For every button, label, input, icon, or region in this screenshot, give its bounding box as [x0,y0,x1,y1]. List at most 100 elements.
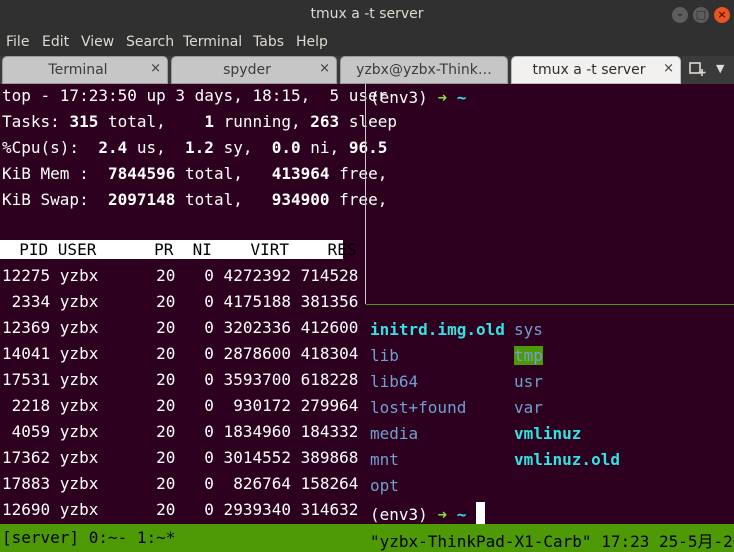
chevron-down-icon[interactable]: ▼ [716,62,724,75]
list-item: lost+found [370,398,466,417]
summary-value: 0.0 [271,138,301,157]
summary-text: sleep [339,112,397,131]
list-item: tmp [514,346,543,365]
top-summary-line: KiB Mem : 7844596 total, 413964 free, [2,164,387,183]
summary-value: 2097148 [107,190,176,209]
summary-text: Tasks: [2,112,70,131]
directory-name: usr [514,372,543,391]
directory-name: initrd.img.old [370,320,505,339]
menu-view[interactable]: View [81,34,114,50]
table-row: 17531 yzbx 20 0 3593700 618228 [2,370,359,389]
menu-search[interactable]: Search [126,34,174,50]
menu-edit[interactable]: Edit [42,34,69,50]
prompt-line-lower: (env3) ➜ ~ [370,502,485,524]
terminal-area[interactable]: top - 17:23:50 up 3 days, 18:15, 5 user T… [0,84,734,524]
directory-name: opt [370,476,399,495]
summary-value: 413964 [271,164,330,183]
tab-label: Terminal [48,62,108,78]
list-item: opt [370,476,399,495]
list-item: vmlinuz.old [514,450,620,469]
pane-divider-horizontal[interactable] [366,304,734,305]
directory-name: vmlinuz.old [514,450,620,469]
table-row: 17362 yzbx 20 0 3014552 389868 [2,448,359,467]
table-row: 12369 yzbx 20 0 3202336 412600 [2,318,359,337]
close-icon[interactable]: × [150,61,161,76]
summary-value: 315 [69,112,99,131]
summary-value: 263 [310,112,340,131]
prompt-env: (env3) [370,88,438,107]
tab-label: tmux a -t server [532,62,646,78]
menu-help[interactable]: Help [296,34,328,50]
menu-file[interactable]: File [6,34,29,50]
directory-name: var [514,398,543,417]
summary-value: 7844596 [107,164,176,183]
tab-spyder[interactable]: spyder × [171,56,337,84]
summary-value: 2.4 [98,138,128,157]
directory-name: sys [514,320,543,339]
window-title: tmux a -t server [310,6,424,22]
table-row: 17883 yzbx 20 0 826764 158264 [2,474,359,493]
list-item: sys [514,320,543,339]
summary-text: ni, [300,138,349,157]
prompt-line-upper: (env3) ➜ ~ [370,88,466,107]
summary-text: free, [329,190,388,209]
top-summary-line: Tasks: 315 total, 1 running, 263 sleep [2,112,397,131]
table-row: 12690 yzbx 20 0 2939340 314632 [2,500,359,519]
menu-bar: File Edit View Search Terminal Tabs Help [0,30,734,56]
directory-name: mnt [370,450,399,469]
close-button[interactable]: × [714,7,730,23]
top-summary-line: %Cpu(s): 2.4 us, 1.2 sy, 0.0 ni, 96.5 [2,138,387,157]
close-icon[interactable]: × [319,61,330,76]
process-table-header: PID USER PR NI VIRT RES [0,240,357,259]
list-item: lib64 [370,372,418,391]
menu-terminal[interactable]: Terminal [183,34,242,50]
tab-yzbx[interactable]: yzbx@yzbx-Think… [340,56,508,84]
status-right: "yzbx-ThinkPad-X1-Carb" 17:23 25-5月-20 [370,532,734,551]
tmux-status-bar: [server] 0:~- 1:~* "yzbx-ThinkPad-X1-Car… [0,524,734,552]
text-cursor [476,502,485,524]
tab-label: yzbx@yzbx-Think… [356,62,492,78]
tab-tmux[interactable]: tmux a -t server × [511,56,681,84]
prompt-env: (env3) [370,505,438,524]
summary-text: total, [98,112,205,131]
directory-name: lost+found [370,398,467,417]
table-row: 12275 yzbx 20 0 4272392 714528 [2,266,359,285]
prompt-dir: ~ [456,88,467,107]
new-tab-icon[interactable] [688,60,706,78]
list-item: mnt [370,450,399,469]
summary-text: running, [213,112,311,131]
summary-text: total, [175,190,272,209]
maximize-button[interactable]: □ [693,7,709,23]
prompt-dir: ~ [456,505,467,524]
list-item: vmlinuz [514,424,581,443]
directory-name: vmlinuz [514,424,582,443]
pane-divider-vertical[interactable] [365,84,366,304]
summary-text: us, [127,138,186,157]
top-summary-line: KiB Swap: 2097148 total, 934900 free, [2,190,387,209]
summary-text: sy, [213,138,272,157]
directory-name: tmp [514,346,543,365]
minimize-button[interactable]: – [672,7,688,23]
top-summary-line: top - 17:23:50 up 3 days, 18:15, 5 user [2,86,387,105]
prompt-arrow-icon: ➜ [437,88,448,107]
list-item: lib [370,346,399,365]
summary-value: 96.5 [348,138,388,157]
tab-bar: Terminal × spyder × yzbx@yzbx-Think… tmu… [0,56,734,84]
summary-value: 934900 [271,190,330,209]
window-titlebar: tmux a -t server – □ × [0,0,734,30]
directory-name: media [370,424,419,443]
close-icon[interactable]: × [663,61,674,76]
directory-name: lib64 [370,372,419,391]
list-item: usr [514,372,543,391]
summary-value: 1.2 [185,138,214,157]
menu-tabs[interactable]: Tabs [253,34,284,50]
table-row: 2218 yzbx 20 0 930172 279964 [2,396,359,415]
table-row: 14041 yzbx 20 0 2878600 418304 [2,344,359,363]
directory-name: lib [370,346,399,365]
list-item: initrd.img.old [370,320,505,339]
table-row: 2334 yzbx 20 0 4175188 381356 [2,292,359,311]
tab-terminal[interactable]: Terminal × [2,56,168,84]
summary-text: %Cpu(s): [2,138,99,157]
tab-label: spyder [223,62,271,78]
summary-text: KiB Mem : [2,164,108,183]
